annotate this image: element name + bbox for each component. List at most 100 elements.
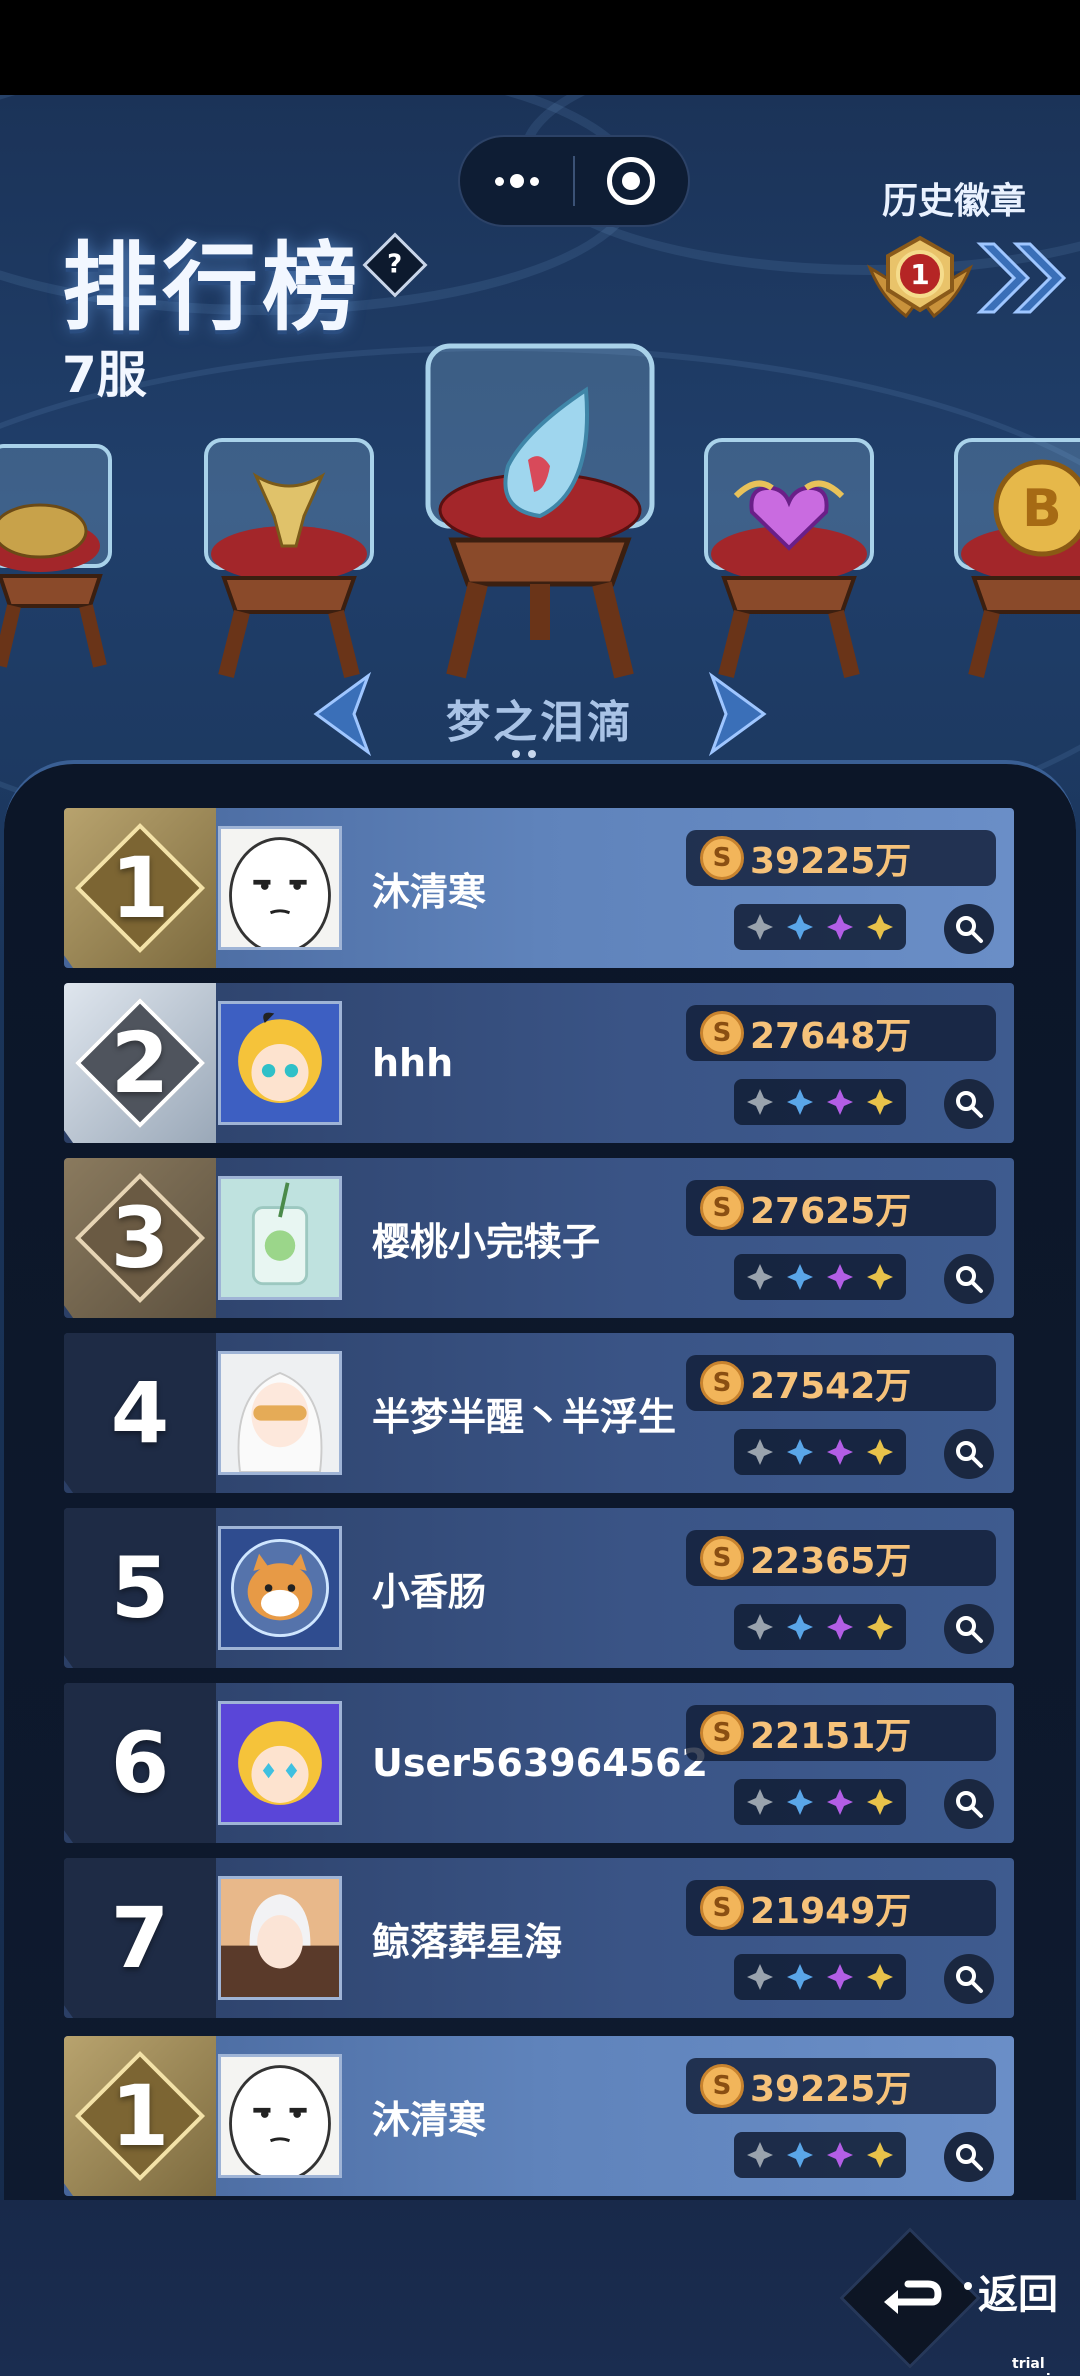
score-value: 21949万 (750, 1891, 912, 1932)
gold-gem-icon (866, 1088, 894, 1116)
score-box: S 22365万 (686, 1530, 996, 1586)
ranking-row[interactable]: 1 沐清寒 S 39225万 (64, 808, 1014, 968)
rank-badge: 2 (64, 983, 216, 1143)
blue-gem-icon (786, 1963, 814, 1991)
trophy-case-dream-teardrop[interactable] (416, 340, 664, 686)
score-value: 22151万 (750, 1716, 912, 1757)
coin-icon: S (700, 1886, 744, 1930)
player-name: 小香肠 (372, 1569, 487, 1614)
avatar[interactable] (218, 1526, 342, 1650)
inspect-button[interactable] (944, 1079, 994, 1129)
gray-gem-icon (746, 2141, 774, 2169)
player-name: 鲸落葬星海 (372, 1919, 563, 1964)
rank-number: 5 (110, 1539, 170, 1637)
coin-icon: S (700, 1011, 744, 1055)
rank-number: 4 (110, 1364, 170, 1462)
coin-icon: S (700, 1361, 744, 1405)
rank-number: 1 (110, 839, 170, 937)
target-icon (607, 157, 656, 205)
back-separator-dot (964, 2282, 972, 2290)
avatar[interactable] (218, 1876, 342, 2000)
gray-gem-icon (746, 1263, 774, 1291)
inspect-button[interactable] (944, 904, 994, 954)
history-medal-icon[interactable]: 1 (862, 228, 978, 328)
blue-gem-icon (786, 1263, 814, 1291)
badge-gems (734, 1779, 906, 1825)
score-value: 27648万 (750, 1016, 912, 1057)
search-icon (956, 1091, 983, 1118)
player-name: 沐清寒 (372, 2097, 487, 2142)
my-ranking-row[interactable]: 1 沐清寒 S 39225万 (64, 2036, 1014, 2196)
avatar[interactable] (218, 1176, 342, 1300)
avatar[interactable] (218, 1701, 342, 1825)
trophy-case-turtle[interactable] (0, 436, 130, 676)
gray-gem-icon (746, 1613, 774, 1641)
purple-gem-icon (826, 1263, 854, 1291)
avatar[interactable] (218, 826, 342, 950)
ranking-row[interactable]: 3 樱桃小完犊子 S 27625万 (64, 1158, 1014, 1318)
gold-gem-icon (866, 913, 894, 941)
carousel-next-icon[interactable] (708, 672, 772, 756)
badge-gems (734, 1079, 906, 1125)
coin-icon: S (700, 1186, 744, 1230)
inspect-button[interactable] (944, 1954, 994, 2004)
gold-gem-icon (866, 1788, 894, 1816)
score-box: S 21949万 (686, 1880, 996, 1936)
search-icon (956, 1266, 983, 1293)
history-badges-label[interactable]: 历史徽章 (882, 172, 1026, 224)
ranking-row[interactable]: 4 半梦半醒丶半浮生 S 27542万 (64, 1333, 1014, 1493)
coin-icon: S (700, 2064, 744, 2108)
purple-gem-icon (826, 1963, 854, 1991)
trial-watermark: trial version (1012, 2356, 1070, 2376)
avatar[interactable] (218, 1001, 342, 1125)
ranking-row[interactable]: 2 hhh S 27648万 (64, 983, 1014, 1143)
purple-gem-icon (826, 1438, 854, 1466)
trophy-case-bitcoin[interactable]: B (946, 436, 1080, 686)
close-miniprogram-button[interactable] (575, 137, 688, 225)
ranking-row[interactable]: 7 鲸落葬星海 S 21949万 (64, 1858, 1014, 2018)
inspect-button[interactable] (944, 2132, 994, 2182)
inspect-button[interactable] (944, 1779, 994, 1829)
gold-gem-icon (866, 1963, 894, 1991)
gray-gem-icon (746, 1788, 774, 1816)
rank-number: 6 (110, 1714, 170, 1812)
more-dots-icon (494, 174, 539, 188)
rank-number: 2 (110, 1014, 170, 1112)
score-value: 27542万 (750, 1366, 912, 1407)
search-icon (956, 916, 983, 943)
score-box: S 39225万 (686, 830, 996, 886)
purple-gem-icon (826, 913, 854, 941)
avatar[interactable] (218, 2054, 342, 2178)
gray-gem-icon (746, 1438, 774, 1466)
trophy-case-heart-gem[interactable] (696, 436, 882, 686)
avatar[interactable] (218, 1351, 342, 1475)
player-name: 樱桃小完犊子 (372, 1219, 601, 1264)
search-icon (956, 1441, 983, 1468)
blue-gem-icon (786, 2141, 814, 2169)
search-icon (956, 1616, 983, 1643)
more-menu-button[interactable] (460, 137, 573, 225)
inspect-button[interactable] (944, 1604, 994, 1654)
status-bar (0, 0, 1080, 95)
gray-gem-icon (746, 913, 774, 941)
blue-gem-icon (786, 1438, 814, 1466)
inspect-button[interactable] (944, 1254, 994, 1304)
inspect-button[interactable] (944, 1429, 994, 1479)
coin-icon: S (700, 836, 744, 880)
page-title: 排行榜 (62, 232, 362, 344)
ranking-row[interactable]: 5 小香肠 S 22365万 (64, 1508, 1014, 1668)
trophy-case-cup[interactable] (196, 436, 382, 686)
back-label[interactable]: 返回 (978, 2262, 1058, 2320)
blue-gem-icon (786, 913, 814, 941)
score-value: 27625万 (750, 1191, 912, 1232)
rank-number: 1 (110, 2067, 170, 2165)
return-arrow-icon (884, 2280, 942, 2314)
ranking-row[interactable]: 6 User563964562 S 22151万 (64, 1683, 1014, 1843)
rank-badge: 4 (64, 1333, 216, 1493)
carousel-prev-icon[interactable] (308, 672, 372, 756)
double-chevron-right-icon[interactable] (972, 238, 1072, 318)
badge-gems (734, 1954, 906, 2000)
gold-gem-icon (866, 1263, 894, 1291)
rank-badge: 1 (64, 2036, 216, 2196)
player-name: hhh (372, 1041, 454, 1085)
